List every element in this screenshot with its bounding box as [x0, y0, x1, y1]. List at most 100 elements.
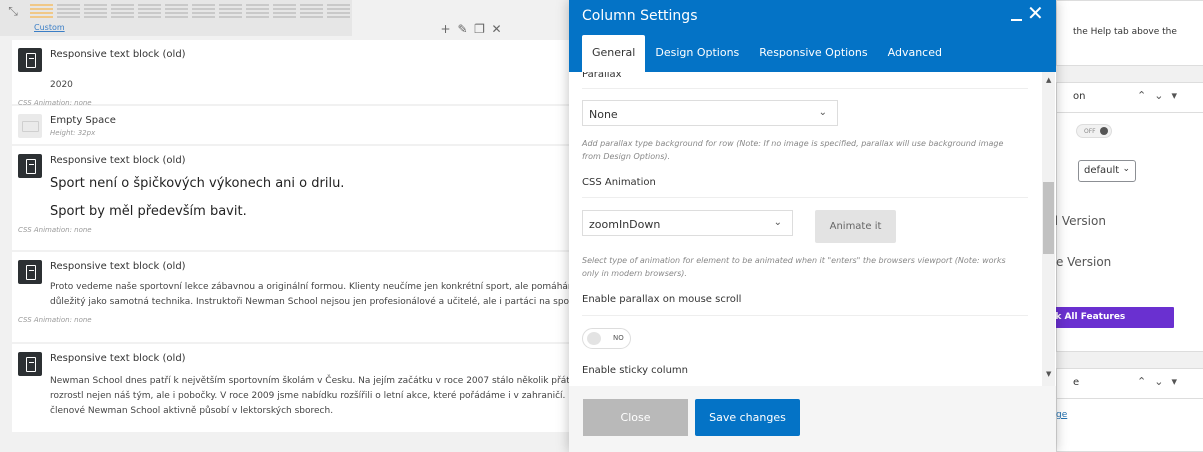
- parallax-select[interactable]: None ⌄: [582, 100, 838, 126]
- element-text-block-3[interactable]: Responsive text block (old) Proto vedeme…: [12, 252, 572, 344]
- element-title: Responsive text block (old): [50, 49, 186, 60]
- layout-1-6-icon[interactable]: [165, 4, 188, 18]
- css-animation-select[interactable]: zoomInDown ⌄: [582, 210, 793, 236]
- chevron-up-icon[interactable]: ⌃: [1137, 89, 1146, 102]
- element-title: Empty Space: [50, 115, 116, 126]
- animation-help: Select type of animation for element to …: [582, 255, 1028, 280]
- layout-1-4-icon[interactable]: [138, 4, 161, 18]
- scroll-down-icon[interactable]: ▼: [1046, 370, 1051, 378]
- css-animation-label: CSS Animation: [582, 177, 656, 188]
- feature-toggle[interactable]: OFF: [1076, 124, 1112, 138]
- second-panel: e ⌃ ⌄ ▾: [1056, 368, 1203, 452]
- modal-body: Parallax None ⌄ Add parallax type backgr…: [569, 72, 1056, 386]
- element-text-block-2[interactable]: Responsive text block (old) Sport není o…: [12, 146, 572, 252]
- text-block-icon: [18, 260, 42, 284]
- edit-icon[interactable]: ✎: [457, 22, 468, 36]
- minimize-icon[interactable]: [1009, 4, 1023, 26]
- right-sidebar: the Help tab above the on ⌃ ⌄ ▾ OFF defa…: [1040, 0, 1203, 452]
- text-block-icon: [18, 48, 42, 72]
- mouse-parallax-toggle[interactable]: NO: [582, 328, 631, 349]
- modal-scrollbar[interactable]: ▲ ▼: [1042, 72, 1055, 386]
- element-text: 2020: [50, 80, 73, 90]
- element-text: rozrostl nejen náš tým, ale i pobočky. V…: [50, 391, 572, 401]
- tab-general[interactable]: General: [582, 35, 646, 72]
- element-text: Sport by měl především bavit.: [50, 204, 247, 219]
- fullscreen-icon[interactable]: ⤡: [6, 4, 20, 18]
- select-value: default: [1084, 165, 1120, 176]
- scroll-up-icon[interactable]: ▲: [1046, 76, 1051, 84]
- delete-icon[interactable]: ✕: [491, 22, 502, 36]
- element-text: Sport není o špičkových výkonech ani o d…: [50, 176, 345, 191]
- column-layout-bar: ⤡ Custom: [0, 0, 352, 36]
- copy-icon[interactable]: ❐: [474, 22, 485, 36]
- element-text: důležitý jako samotná technika. Instrukt…: [50, 297, 572, 307]
- element-empty-space[interactable]: Empty Space Height: 32px: [12, 106, 572, 146]
- tab-design-options[interactable]: Design Options: [645, 35, 749, 72]
- column-settings-modal: Column Settings ✕ General Design Options…: [569, 0, 1056, 452]
- chevron-down-icon[interactable]: ⌄: [1154, 89, 1163, 102]
- panel-title: e: [1073, 377, 1080, 388]
- element-title: Responsive text block (old): [50, 261, 186, 272]
- panel-header[interactable]: on ⌃ ⌄ ▾: [1057, 83, 1203, 113]
- chevron-down-icon: ⌄: [818, 107, 827, 118]
- parallax-label: Parallax: [582, 72, 622, 80]
- toggle-label: OFF: [1084, 128, 1096, 135]
- tab-responsive-options[interactable]: Responsive Options: [749, 35, 877, 72]
- layout-1-2-icon[interactable]: [57, 4, 80, 18]
- tab-advanced[interactable]: Advanced: [878, 35, 952, 72]
- layout-2-3-icon[interactable]: [84, 4, 107, 18]
- layout-8-icon[interactable]: [327, 4, 350, 18]
- unlock-label: ck All Features: [1050, 312, 1126, 322]
- element-subtitle: Height: 32px: [50, 129, 96, 137]
- parallax-help: Add parallax type background for row (No…: [582, 138, 1028, 163]
- chevron-down-icon: ⌄: [773, 217, 782, 228]
- column-controls: + ✎ ❐ ✕: [440, 22, 502, 36]
- help-text: the Help tab above the: [1073, 27, 1177, 37]
- layout-1-3-icon[interactable]: [111, 4, 134, 18]
- save-changes-button[interactable]: Save changes: [695, 399, 800, 436]
- animate-it-button[interactable]: Animate it: [815, 210, 896, 243]
- layout-options: [30, 4, 350, 18]
- close-icon[interactable]: ✕: [1027, 3, 1044, 23]
- layout-1-6-2-icon[interactable]: [219, 4, 242, 18]
- custom-layout-link[interactable]: Custom: [34, 23, 65, 32]
- default-select[interactable]: default ⌄: [1078, 160, 1136, 182]
- element-text-block-1[interactable]: Responsive text block (old) 2020 CSS Ani…: [12, 40, 572, 107]
- empty-space-icon: [18, 114, 42, 138]
- mouse-parallax-label: Enable parallax on mouse scroll: [582, 294, 742, 305]
- element-list: Responsive text block (old) 2020 CSS Ani…: [12, 40, 572, 434]
- panel-title: on: [1073, 91, 1086, 102]
- sticky-column-label: Enable sticky column: [582, 365, 688, 376]
- element-text: Proto vedeme naše sportovní lekce zábavn…: [50, 282, 572, 292]
- chevron-up-icon[interactable]: ⌃: [1137, 375, 1146, 388]
- layout-7-icon[interactable]: [300, 4, 323, 18]
- caret-down-icon[interactable]: ▾: [1171, 375, 1177, 388]
- chevron-down-icon[interactable]: ⌄: [1154, 375, 1163, 388]
- toggle-label: NO: [613, 334, 624, 342]
- modal-header: Column Settings ✕ General Design Options…: [569, 0, 1056, 72]
- layout-6-icon[interactable]: [273, 4, 296, 18]
- modal-title: Column Settings: [582, 8, 698, 24]
- scrollbar-thumb[interactable]: [1043, 182, 1054, 254]
- help-line: Select type of animation for element to …: [582, 256, 1006, 265]
- panel-link[interactable]: ge: [1056, 410, 1067, 420]
- element-text-block-4[interactable]: Responsive text block (old) Newman Schoo…: [12, 344, 572, 434]
- caret-down-icon[interactable]: ▾: [1171, 89, 1177, 102]
- layout-1-4-2-icon[interactable]: [192, 4, 215, 18]
- add-icon[interactable]: +: [440, 22, 451, 36]
- help-line: from Design Options).: [582, 151, 671, 161]
- element-text: Newman School dnes patří k největším spo…: [50, 376, 572, 386]
- divider: [582, 88, 1028, 89]
- animation-select-value: zoomInDown: [589, 218, 661, 231]
- unlock-features-button[interactable]: ck All Features: [1040, 307, 1174, 328]
- toggle-knob: [587, 332, 601, 345]
- layout-5-icon[interactable]: [246, 4, 269, 18]
- layout-1-1-icon[interactable]: [30, 4, 53, 18]
- tab-bar: General Design Options Responsive Option…: [582, 35, 952, 72]
- divider: [582, 197, 1028, 198]
- close-button[interactable]: Close: [583, 399, 688, 436]
- panel-header[interactable]: e ⌃ ⌄ ▾: [1057, 369, 1203, 399]
- modal-footer: Close Save changes: [569, 386, 1056, 452]
- panel-arrows: ⌃ ⌄ ▾: [1137, 375, 1177, 388]
- element-title: Responsive text block (old): [50, 155, 186, 166]
